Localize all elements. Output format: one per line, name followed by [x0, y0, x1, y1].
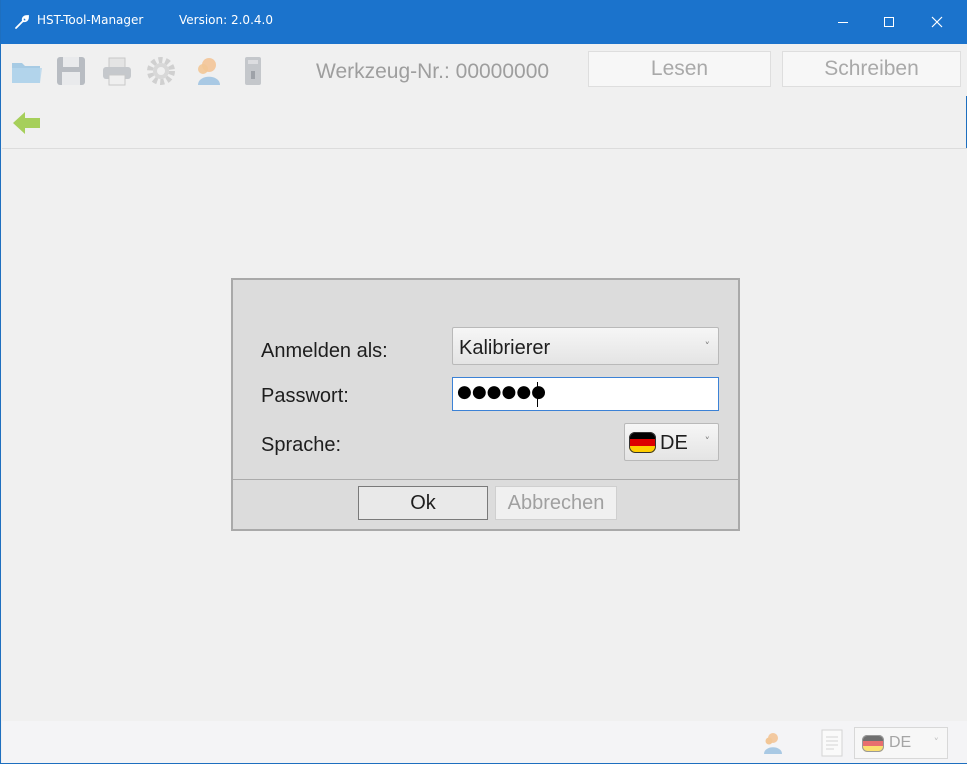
statusbar-language-value: DE	[889, 734, 912, 751]
print-icon[interactable]	[100, 54, 134, 88]
app-window: HST-Tool-Manager Version: 2.0.4.0 Werkze…	[0, 0, 967, 764]
language-value: DE	[660, 432, 688, 454]
dialog-divider	[233, 479, 738, 480]
language-label: Sprache:	[261, 434, 342, 456]
ok-button[interactable]: Ok	[358, 486, 488, 520]
login-as-select[interactable]: Kalibrierer ˅	[452, 327, 719, 365]
read-button[interactable]: Lesen	[588, 51, 771, 87]
chevron-down-icon: ˅	[704, 435, 711, 448]
settings-gear-icon[interactable]	[144, 54, 178, 88]
app-title: HST-Tool-Manager	[37, 13, 144, 27]
folder-open-icon[interactable]	[10, 54, 44, 88]
close-icon	[931, 16, 943, 28]
user-icon[interactable]	[190, 54, 224, 88]
text-caret	[537, 382, 538, 407]
chevron-down-icon: ˅	[704, 340, 711, 353]
password-field[interactable]: ●●●●●●	[452, 377, 719, 411]
password-label: Passwort:	[261, 385, 349, 407]
language-select[interactable]: DE ˅	[624, 423, 719, 461]
write-button[interactable]: Schreiben	[782, 51, 961, 87]
german-flag-icon	[862, 735, 884, 752]
login-as-label: Anmelden als:	[261, 340, 388, 362]
wrench-icon	[15, 14, 30, 29]
status-bar: DE ˅	[2, 721, 967, 763]
close-button[interactable]	[914, 0, 960, 44]
document-icon[interactable]	[817, 728, 847, 758]
chevron-down-icon: ˅	[933, 736, 940, 749]
navigation-row	[2, 96, 967, 149]
back-arrow-icon[interactable]	[10, 108, 44, 138]
save-icon[interactable]	[54, 54, 88, 88]
maximize-icon	[884, 17, 894, 27]
cancel-button[interactable]: Abbrechen	[495, 486, 617, 520]
usb-device-icon[interactable]	[236, 54, 270, 88]
title-bar: HST-Tool-Manager Version: 2.0.4.0	[1, 0, 967, 44]
app-version: Version: 2.0.4.0	[179, 13, 273, 27]
password-value: ●●●●●●	[457, 382, 547, 402]
login-dialog: Anmelden als: Kalibrierer ˅ Passwort: ●●…	[231, 278, 740, 531]
user-icon[interactable]	[760, 731, 784, 755]
german-flag-icon	[629, 432, 656, 453]
minimize-icon	[838, 22, 848, 23]
statusbar-language-select[interactable]: DE ˅	[854, 727, 948, 759]
login-as-value: Kalibrierer	[459, 337, 551, 359]
maximize-button[interactable]	[866, 0, 912, 44]
minimize-button[interactable]	[820, 0, 866, 44]
tool-number-label: Werkzeug-Nr.: 00000000	[316, 60, 550, 83]
